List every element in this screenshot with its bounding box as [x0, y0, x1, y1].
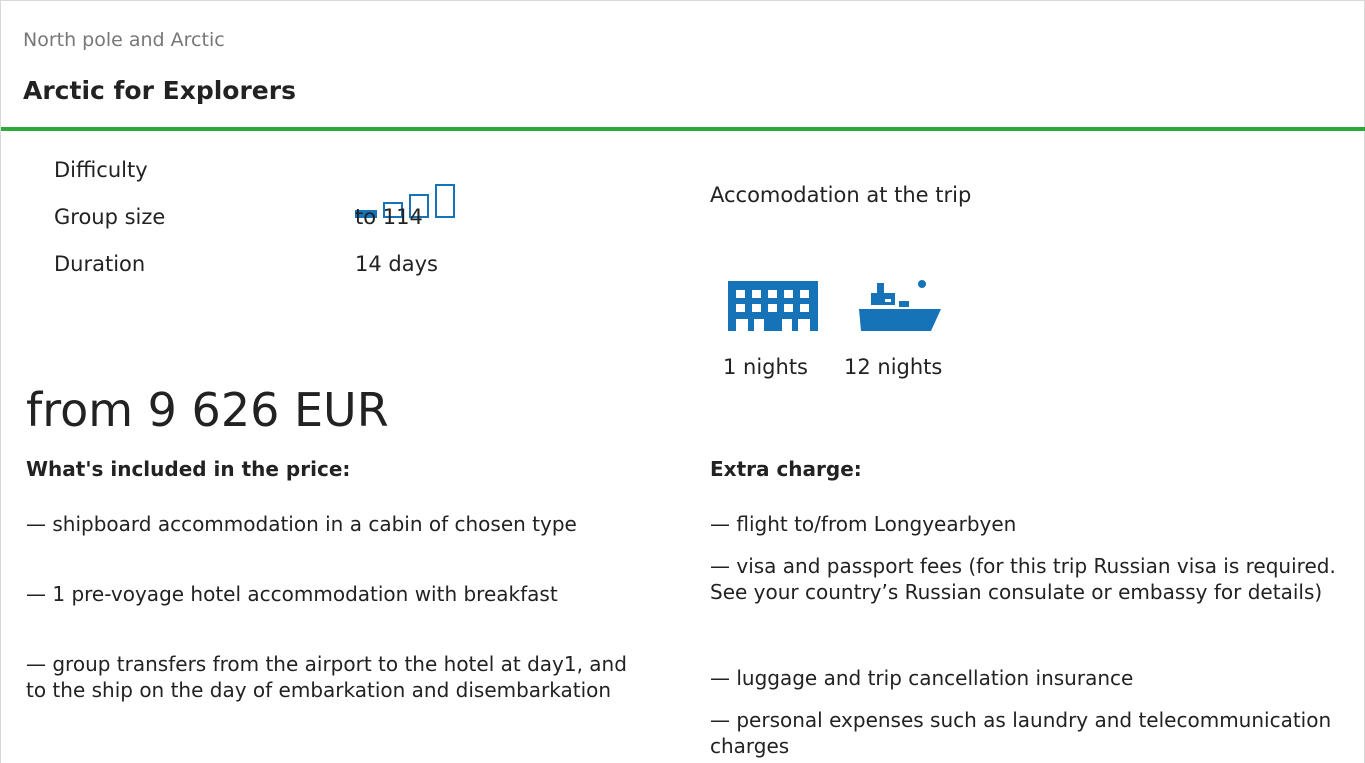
extra-title: Extra charge: [710, 457, 862, 481]
duration-label: Duration [54, 252, 146, 276]
difficulty-label: Difficulty [54, 158, 148, 182]
trip-card: North pole and Arctic Arctic for Explore… [0, 0, 1365, 763]
included-item: — group transfers from the airport to th… [26, 652, 627, 702]
extra-item: — personal expenses such as laundry and … [710, 708, 1332, 758]
ship-nights: 12 nights [844, 355, 943, 379]
group-size-value: to 114 [355, 205, 423, 229]
duration-value: 14 days [355, 252, 438, 276]
included-item: — shipboard accommodation in a cabin of … [26, 512, 577, 536]
included-title: What's included in the price: [26, 457, 351, 481]
trip-header: North pole and Arctic Arctic for Explore… [1, 1, 1365, 131]
included-item: — 1 pre-voyage hotel accommodation with … [26, 582, 558, 606]
extra-item: — flight to/from Longyearbyen [710, 512, 1017, 536]
extra-item: — luggage and trip cancellation insuranc… [710, 666, 1134, 690]
accommodation-title: Accomodation at the trip [710, 183, 972, 207]
hotel-nights: 1 nights [723, 355, 808, 379]
ship-icon [859, 279, 941, 337]
region-label: North pole and Arctic [23, 29, 225, 51]
price: from 9 626 EUR [26, 383, 389, 437]
trip-title: Arctic for Explorers [23, 76, 296, 105]
difficulty-bar-4 [435, 184, 455, 218]
hotel-icon [728, 281, 818, 335]
group-size-label: Group size [54, 205, 166, 229]
extra-item: — visa and passport fees (for this trip … [710, 554, 1336, 604]
